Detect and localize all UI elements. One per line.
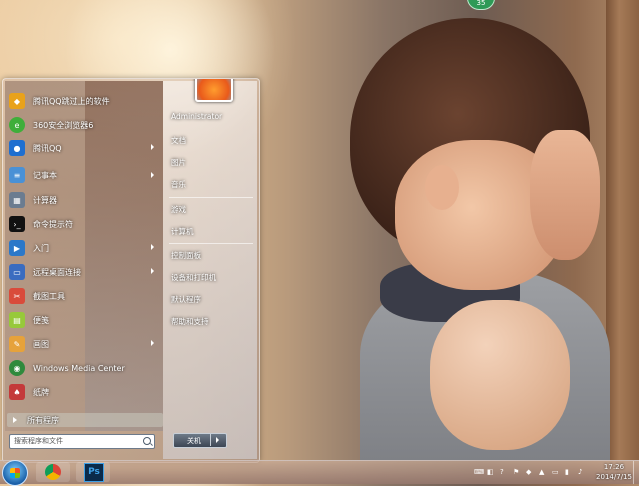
places-pane: Administrator 文档 图片 音乐 游戏 计算机 控制面板 设备和打印… xyxy=(163,81,257,459)
user-name-link[interactable]: Administrator xyxy=(171,112,222,126)
program-label: Windows Media Center xyxy=(33,363,125,373)
divider xyxy=(169,197,253,198)
submenu-arrow-icon[interactable] xyxy=(151,340,154,346)
program-item[interactable]: ✎ 画图 xyxy=(9,334,159,354)
submenu-arrow-icon[interactable] xyxy=(151,268,154,274)
battery-icon[interactable]: ▭ xyxy=(552,468,561,477)
clock-time: 17:26 xyxy=(603,463,625,471)
shutdown-label: 关机 xyxy=(187,436,201,445)
help-icon[interactable]: ? xyxy=(500,468,509,477)
programs-pane: ◆ 腾讯QQ跳过上的软件 e 360安全浏览器6 ● 腾讯QQ ≡ 记事本 ▦ … xyxy=(5,81,163,431)
program-item[interactable]: ◆ 腾讯QQ跳过上的软件 xyxy=(9,91,159,111)
program-label: 命令提示符 xyxy=(33,219,73,229)
flag-icon[interactable]: ▲ xyxy=(539,468,548,477)
chrome-taskbar-button[interactable] xyxy=(36,462,70,482)
submenu-arrow-icon[interactable] xyxy=(151,172,154,178)
network-icon[interactable]: ⚑ xyxy=(513,468,522,477)
program-item[interactable]: ▭ 远程桌面连接 xyxy=(9,262,159,282)
volume-icon[interactable]: ♪ xyxy=(578,468,587,477)
wallpaper-wooden-post xyxy=(606,0,639,460)
taskbar: ⌨ ◧ ? ⚑ ◆ ▲ ▭ ▮ ♪ 17:26 2014/7/15 xyxy=(0,460,639,486)
program-item[interactable]: ≡ 记事本 xyxy=(9,165,159,185)
program-item[interactable]: ▶ 入门 xyxy=(9,238,159,258)
system-tray: ⌨ ◧ ? ⚑ ◆ ▲ ▭ ▮ ♪ xyxy=(474,466,588,478)
program-label: 计算器 xyxy=(33,195,57,205)
help-support-link[interactable]: 帮助和支持 xyxy=(171,316,209,330)
qq-penguin-icon: ● xyxy=(9,140,25,156)
all-programs-label: 所有程序 xyxy=(27,415,59,425)
snipping-tool-icon: ✂ xyxy=(9,288,25,304)
program-label: 入门 xyxy=(33,243,49,253)
calculator-icon: ▦ xyxy=(9,192,25,208)
default-programs-link[interactable]: 默认程序 xyxy=(171,294,201,308)
music-link[interactable]: 音乐 xyxy=(171,179,186,193)
photoshop-taskbar-button[interactable] xyxy=(76,462,110,482)
remote-desktop-icon: ▭ xyxy=(9,264,25,280)
search-icon[interactable] xyxy=(143,437,151,445)
wallpaper-child-arm xyxy=(430,300,570,450)
program-label: 远程桌面连接 xyxy=(33,267,81,277)
pictures-link[interactable]: 图片 xyxy=(171,157,186,171)
qq-icon: ◆ xyxy=(9,93,25,109)
control-panel-link[interactable]: 控制面板 xyxy=(171,250,201,264)
program-item[interactable]: e 360安全浏览器6 xyxy=(9,115,159,135)
ime-icon[interactable]: ◧ xyxy=(487,468,496,477)
program-label: 腾讯QQ xyxy=(33,143,62,153)
browser-360-icon: e xyxy=(9,117,25,133)
program-label: 画图 xyxy=(33,339,49,349)
media-center-icon: ◉ xyxy=(9,360,25,376)
program-item[interactable]: ▦ 计算器 xyxy=(9,190,159,210)
computer-link[interactable]: 计算机 xyxy=(171,226,194,240)
program-label: 纸牌 xyxy=(33,387,49,397)
start-search-input[interactable]: 搜索程序和文件 xyxy=(9,434,155,449)
shield-icon[interactable]: ◆ xyxy=(526,468,535,477)
keyboard-icon[interactable]: ⌨ xyxy=(474,468,484,477)
start-button[interactable] xyxy=(2,460,28,486)
program-item[interactable]: ♠ 纸牌 xyxy=(9,382,159,402)
divider xyxy=(169,243,253,244)
signal-icon[interactable]: ▮ xyxy=(565,468,574,477)
games-link[interactable]: 游戏 xyxy=(171,204,186,218)
wallpaper-child-hand xyxy=(530,130,600,260)
program-item[interactable]: ›_ 命令提示符 xyxy=(9,214,159,234)
program-item[interactable]: ● 腾讯QQ xyxy=(9,138,159,158)
program-item[interactable]: ✂ 截图工具 xyxy=(9,286,159,306)
program-label: 记事本 xyxy=(33,170,57,180)
documents-link[interactable]: 文档 xyxy=(171,135,186,149)
submenu-arrow-icon[interactable] xyxy=(151,244,154,250)
devices-printers-link[interactable]: 设备和打印机 xyxy=(171,272,216,286)
cmd-icon: ›_ xyxy=(9,216,25,232)
clock[interactable]: 17:26 2014/7/15 xyxy=(594,462,634,482)
solitaire-icon: ♠ xyxy=(9,384,25,400)
shutdown-options-arrow-icon[interactable] xyxy=(210,433,225,446)
arrow-right-icon xyxy=(13,417,17,423)
search-placeholder: 搜索程序和文件 xyxy=(14,437,63,445)
start-menu: ◆ 腾讯QQ跳过上的软件 e 360安全浏览器6 ● 腾讯QQ ≡ 记事本 ▦ … xyxy=(2,78,260,463)
program-item[interactable]: ◉ Windows Media Center xyxy=(9,358,159,378)
program-label: 360安全浏览器6 xyxy=(33,120,94,130)
submenu-arrow-icon[interactable] xyxy=(151,144,154,150)
sticky-notes-icon: ▤ xyxy=(9,312,25,328)
all-programs-button[interactable]: 所有程序 xyxy=(7,413,163,427)
program-label: 便笺 xyxy=(33,315,49,325)
program-label: 腾讯QQ跳过上的软件 xyxy=(33,96,110,106)
getting-started-icon: ▶ xyxy=(9,240,25,256)
user-avatar[interactable] xyxy=(195,79,233,102)
clock-date: 2014/7/15 xyxy=(596,473,632,481)
program-item[interactable]: ▤ 便笺 xyxy=(9,310,159,330)
program-label: 截图工具 xyxy=(33,291,65,301)
show-desktop-button[interactable] xyxy=(633,461,639,484)
paint-icon: ✎ xyxy=(9,336,25,352)
notepad-icon: ≡ xyxy=(9,167,25,183)
wallpaper-child-ear xyxy=(425,165,459,210)
